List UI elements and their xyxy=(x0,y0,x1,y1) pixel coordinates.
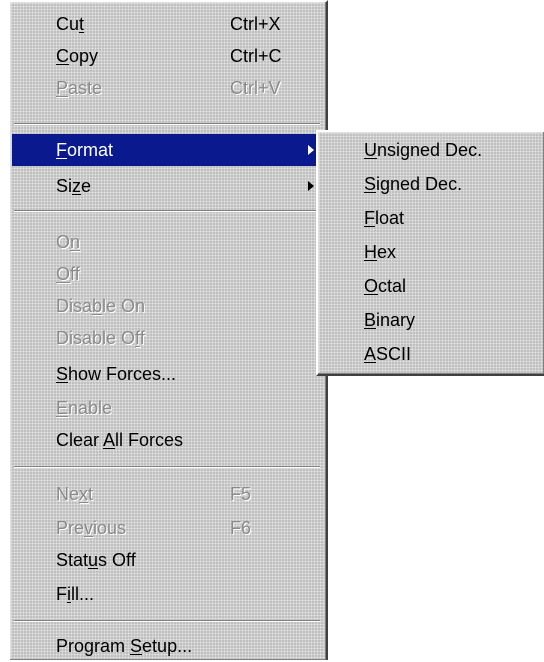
menu-item-off: Off xyxy=(12,258,322,290)
menu-item-label: Float xyxy=(364,208,405,228)
submenu-item-float[interactable]: Float xyxy=(320,202,542,234)
menu-item-next: Next F5 xyxy=(12,478,322,510)
menu-item-previous: Previous F6 xyxy=(12,512,322,544)
menu-item-label: Binary xyxy=(364,310,416,330)
shortcut-label: Ctrl+V xyxy=(230,78,281,98)
format-submenu: Unsigned Dec. Signed Dec. Float Hex Octa… xyxy=(316,130,544,376)
menu-item-label: Status Off xyxy=(56,550,136,570)
menu-item-label: Copy xyxy=(56,46,99,66)
menu-item-label: Format xyxy=(56,140,114,160)
submenu-arrow-icon xyxy=(308,181,314,191)
menu-item-label: On xyxy=(56,232,81,252)
shortcut-label: Ctrl+C xyxy=(230,46,282,66)
menu-separator xyxy=(14,620,320,622)
submenu-arrow-icon xyxy=(308,145,314,155)
menu-item-label: Signed Dec. xyxy=(364,174,463,194)
menu-item-label: Program Setup... xyxy=(56,636,193,656)
menu-item-on: On xyxy=(12,226,322,258)
submenu-item-hex[interactable]: Hex xyxy=(320,236,542,268)
menu-item-label: Disable On xyxy=(56,296,146,316)
menu-item-label: Disable Off xyxy=(56,328,145,348)
menu-item-label: Size xyxy=(56,176,92,196)
submenu-item-octal[interactable]: Octal xyxy=(320,270,542,302)
menu-item-label: Off xyxy=(56,264,80,284)
menu-item-label: Hex xyxy=(364,242,397,262)
menu-separator xyxy=(14,210,320,212)
menu-item-program-setup[interactable]: Program Setup... xyxy=(12,630,322,662)
menu-item-label: ASCII xyxy=(364,344,412,364)
menu-item-label: Enable xyxy=(56,398,113,418)
menu-item-show-forces[interactable]: Show Forces... xyxy=(12,358,322,390)
menu-item-clear-all-forces[interactable]: Clear All Forces xyxy=(12,424,322,456)
submenu-item-unsigned-dec[interactable]: Unsigned Dec. xyxy=(320,134,542,166)
menu-separator xyxy=(14,123,320,125)
menu-item-label: Fill... xyxy=(56,584,95,604)
menu-separator xyxy=(14,466,320,468)
menu-item-format[interactable]: Format xyxy=(12,134,322,166)
menu-item-enable: Enable xyxy=(12,392,322,424)
submenu-item-binary[interactable]: Binary xyxy=(320,304,542,336)
menu-item-label: Previous xyxy=(56,518,127,538)
menu-item-label: Octal xyxy=(364,276,407,296)
menu-item-size[interactable]: Size xyxy=(12,170,322,202)
shortcut-label: Ctrl+X xyxy=(230,14,281,34)
menu-item-label: Show Forces... xyxy=(56,364,177,384)
menu-item-disable-on: Disable On xyxy=(12,290,322,322)
menu-item-copy[interactable]: Copy Ctrl+C xyxy=(12,40,322,72)
context-menu: Cut Ctrl+X Copy Ctrl+C Paste Ctrl+V Form… xyxy=(8,0,328,660)
menu-item-label: Clear All Forces xyxy=(56,430,184,450)
menu-item-label: Unsigned Dec. xyxy=(364,140,483,160)
menu-item-cut[interactable]: Cut Ctrl+X xyxy=(12,8,322,40)
menu-item-status-off[interactable]: Status Off xyxy=(12,544,322,576)
menu-item-label: Paste xyxy=(56,78,103,98)
menu-item-paste: Paste Ctrl+V xyxy=(12,72,322,104)
shortcut-label: F5 xyxy=(230,484,252,504)
menu-item-label: Next xyxy=(56,484,94,504)
menu-item-label: Cut xyxy=(56,14,85,34)
submenu-item-ascii[interactable]: ASCII xyxy=(320,338,542,370)
menu-item-disable-off: Disable Off xyxy=(12,322,322,354)
submenu-item-signed-dec[interactable]: Signed Dec. xyxy=(320,168,542,200)
shortcut-label: F6 xyxy=(230,518,252,538)
menu-item-fill[interactable]: Fill... xyxy=(12,578,322,610)
